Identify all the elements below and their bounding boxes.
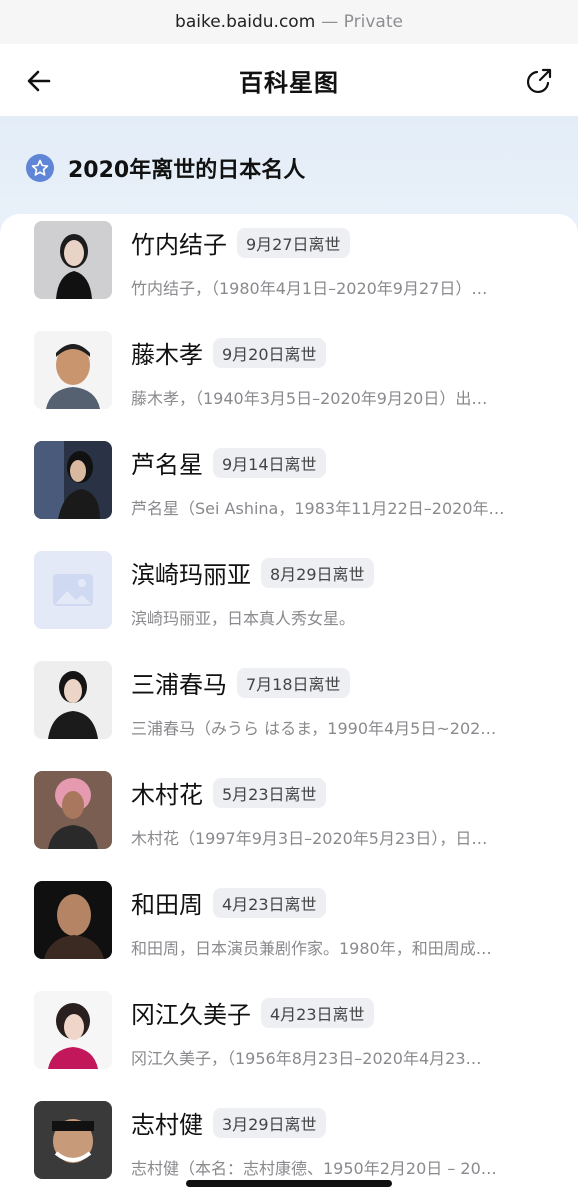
date-badge: 9月27日离世 — [237, 227, 350, 258]
arrow-left-icon — [27, 70, 51, 92]
share-icon — [526, 68, 552, 94]
people-list: 竹内结子 9月27日离世 竹内结子，（1980年4月1日–2020年9月27日）… — [0, 214, 578, 1200]
person-name: 芦名星 — [131, 451, 203, 479]
page-title: 百科星图 — [239, 68, 339, 97]
home-indicator — [186, 1180, 392, 1187]
app-header: 百科星图 — [0, 44, 578, 116]
date-badge: 4月23日离世 — [213, 887, 326, 918]
date-badge: 5月23日离世 — [213, 777, 326, 808]
list-item[interactable]: 芦名星 9月14日离世 芦名星（Sei Ashina，1983年11月22日–2… — [0, 441, 578, 551]
person-name: 竹内结子 — [131, 231, 227, 259]
person-name: 志村健 — [131, 1111, 203, 1139]
person-description: 竹内结子，（1980年4月1日–2020年9月27日）… — [131, 279, 488, 298]
list-item[interactable]: 三浦春马 7月18日离世 三浦春马（みうら はるま，1990年4月5日~202… — [0, 661, 578, 771]
person-description: 冈江久美子，（1956年8月23日–2020年4月23… — [131, 1049, 482, 1068]
person-name: 冈江久美子 — [131, 1001, 251, 1029]
date-badge: 9月14日离世 — [213, 447, 326, 478]
person-description: 藤木孝，（1940年3月5日–2020年9月20日）出… — [131, 389, 488, 408]
avatar — [34, 331, 112, 409]
back-button[interactable] — [22, 64, 56, 98]
image-placeholder-icon — [34, 551, 112, 629]
page: baike.baidu.com — Private 百科星图 2020年离世的日… — [0, 0, 578, 1200]
list-item[interactable]: 滨崎玛丽亚 8月29日离世 滨崎玛丽亚，日本真人秀女星。 — [0, 551, 578, 661]
avatar — [34, 771, 112, 849]
person-description: 志村健（本名：志村康德、1950年2月20日 – 20… — [131, 1159, 497, 1178]
person-description: 和田周，日本演员兼剧作家。1980年，和田周成… — [131, 939, 492, 958]
avatar — [34, 1101, 112, 1179]
date-badge: 7月18日离世 — [237, 667, 350, 698]
person-description: 芦名星（Sei Ashina，1983年11月22日–2020年… — [131, 499, 505, 518]
avatar — [34, 991, 112, 1069]
private-mode-label: — Private — [321, 12, 403, 32]
avatar — [34, 221, 112, 299]
url-domain: baike.baidu.com — [175, 12, 316, 32]
date-badge: 9月20日离世 — [213, 337, 326, 368]
person-name: 三浦春马 — [131, 671, 227, 699]
avatar — [34, 441, 112, 519]
share-button[interactable] — [522, 64, 556, 98]
list-item[interactable]: 木村花 5月23日离世 木村花（1997年9月3日–2020年5月23日），日… — [0, 771, 578, 881]
star-badge-icon — [26, 154, 54, 182]
avatar — [34, 551, 112, 629]
person-description: 三浦春马（みうら はるま，1990年4月5日~202… — [131, 719, 497, 738]
date-badge: 8月29日离世 — [261, 557, 374, 588]
person-name: 木村花 — [131, 781, 203, 809]
date-badge: 4月23日离世 — [261, 997, 374, 1028]
list-item[interactable]: 冈江久美子 4月23日离世 冈江久美子，（1956年8月23日–2020年4月2… — [0, 991, 578, 1101]
section-title: 2020年离世的日本名人 — [68, 158, 306, 183]
avatar — [34, 881, 112, 959]
person-description: 木村花（1997年9月3日–2020年5月23日），日… — [131, 829, 488, 848]
person-description: 滨崎玛丽亚，日本真人秀女星。 — [131, 609, 356, 628]
list-item[interactable]: 和田周 4月23日离世 和田周，日本演员兼剧作家。1980年，和田周成… — [0, 881, 578, 991]
browser-url-bar[interactable]: baike.baidu.com — Private — [0, 0, 578, 44]
person-name: 滨崎玛丽亚 — [131, 561, 251, 589]
person-name: 和田周 — [131, 891, 203, 919]
date-badge: 3月29日离世 — [213, 1107, 326, 1138]
list-item[interactable]: 藤木孝 9月20日离世 藤木孝，（1940年3月5日–2020年9月20日）出… — [0, 331, 578, 441]
avatar — [34, 661, 112, 739]
list-item[interactable]: 竹内结子 9月27日离世 竹内结子，（1980年4月1日–2020年9月27日）… — [0, 221, 578, 331]
person-name: 藤木孝 — [131, 341, 203, 369]
